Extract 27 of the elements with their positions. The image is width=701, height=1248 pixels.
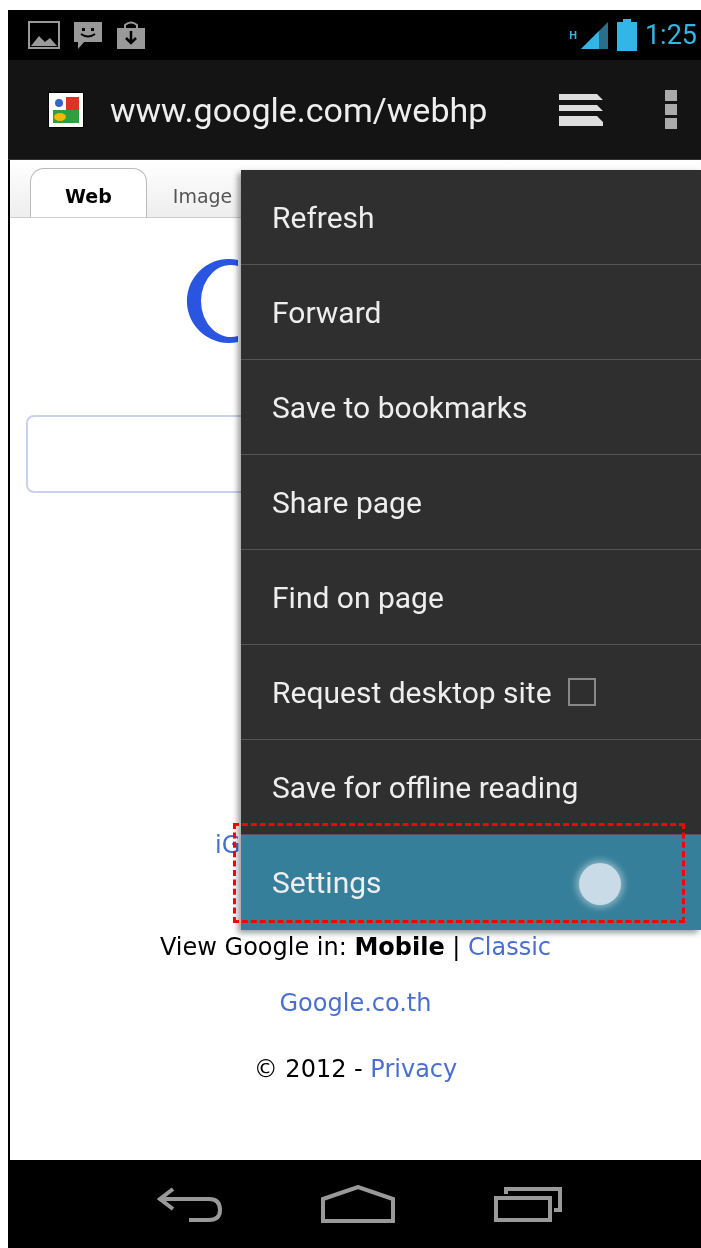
menu-item[interactable]: Forward	[241, 265, 701, 360]
overflow-menu-icon[interactable]	[665, 89, 677, 130]
site-favicon	[48, 91, 84, 128]
recent-apps-icon[interactable]	[493, 1186, 562, 1222]
classic-link[interactable]: Classic	[468, 933, 552, 961]
menu-item[interactable]: Save to bookmarks	[241, 360, 701, 455]
menu-item[interactable]: Refresh	[241, 170, 701, 265]
chat-notification-icon	[72, 20, 104, 50]
copyright-text: © 2012 - Privacy	[253, 1055, 458, 1083]
menu-item[interactable]: Request desktop site	[241, 645, 701, 740]
menu-item[interactable]: Find on page	[241, 550, 701, 645]
page-tab[interactable]: Web	[30, 168, 147, 217]
back-icon[interactable]	[157, 1186, 224, 1222]
privacy-link[interactable]: Privacy	[370, 1055, 458, 1083]
touch-indicator	[579, 863, 621, 905]
network-type-label: H	[569, 29, 577, 42]
domain-link[interactable]: Google.co.th	[279, 989, 432, 1017]
menu-item[interactable]: Settings	[241, 835, 701, 930]
view-mode-text: View Google in: Mobile | Classic	[159, 933, 552, 961]
checkbox[interactable]	[567, 678, 596, 706]
menu-item[interactable]: Share page	[241, 455, 701, 550]
home-icon[interactable]	[321, 1185, 396, 1223]
picture-notification-icon	[28, 21, 60, 49]
battery-icon	[616, 19, 637, 51]
tabs-stack-icon[interactable]	[557, 91, 605, 128]
clock-time: 1:25	[644, 19, 697, 51]
download-bag-icon	[116, 20, 146, 50]
